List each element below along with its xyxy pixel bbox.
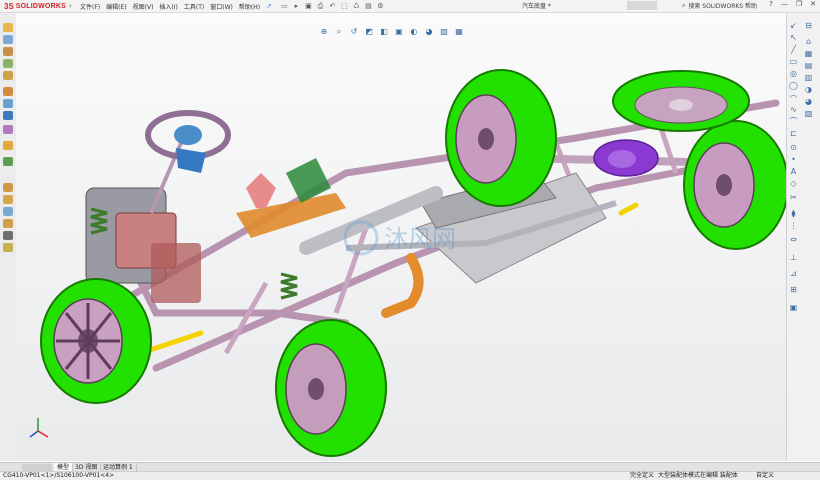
minimize-button[interactable]: —	[781, 0, 788, 8]
quick-access-toolbar: ▭ ▸ ▣ ⎙ ↶ ⬚ ♺ ▤ ⚙	[280, 2, 385, 11]
graphics-area[interactable]: ⊕ ⌕ ↺ ◩ ◧ ▣ ◐ ◕ ▨ ▦ 沐风网	[16, 13, 786, 461]
assembly-icon[interactable]	[3, 87, 13, 96]
open-icon[interactable]: ▸	[292, 2, 301, 11]
arrow-icon[interactable]: ↖	[789, 33, 798, 42]
solidworks-logo[interactable]: 3S SOLIDWORKS ›	[4, 1, 72, 11]
menu-edit[interactable]: 编辑(E)	[106, 2, 126, 11]
line-icon[interactable]: ↙	[789, 21, 798, 30]
subassembly-icon[interactable]	[3, 157, 13, 166]
print-icon[interactable]: ⎙	[316, 2, 325, 11]
menu-file[interactable]: 文件(F)	[80, 2, 100, 11]
left-toolbar	[0, 13, 17, 461]
mirror-icon[interactable]: ⧫	[789, 209, 798, 218]
property-manager-icon[interactable]	[3, 35, 13, 44]
curve-icon[interactable]: ⌒	[789, 117, 798, 126]
file-explorer-icon[interactable]: ▥	[804, 73, 813, 82]
folder-icon[interactable]	[3, 183, 13, 192]
grid-icon[interactable]: ⊞	[789, 285, 798, 294]
rear-left-wheel	[445, 69, 557, 207]
save-icon[interactable]: ▣	[304, 2, 313, 11]
design-library-icon[interactable]: ▤	[804, 61, 813, 70]
restore-button[interactable]: ❐	[796, 0, 802, 8]
view-palette-icon[interactable]: ◑	[804, 85, 813, 94]
menu-help[interactable]: 帮助(H)	[239, 2, 260, 11]
new-document-icon[interactable]: ▭	[280, 2, 289, 11]
sketch-icon[interactable]	[3, 141, 13, 150]
search-label: 搜索 SOLIDWORKS 帮助	[688, 3, 758, 10]
rebuild-icon[interactable]: ♺	[352, 2, 361, 11]
arc-icon[interactable]: ◠	[789, 93, 798, 102]
front-right-wheel	[275, 319, 387, 457]
display-manager-icon[interactable]	[3, 71, 13, 80]
component-icon[interactable]	[3, 111, 13, 120]
options-icon[interactable]: ⚙	[376, 2, 385, 11]
resources-icon[interactable]: ▦	[804, 49, 813, 58]
circle-icon[interactable]: ◯	[789, 81, 798, 90]
folder-icon[interactable]	[3, 195, 13, 204]
tab-scroll-arrows[interactable]	[22, 464, 52, 471]
text-icon[interactable]: A	[789, 167, 798, 176]
undo-icon[interactable]: ↶	[328, 2, 337, 11]
part-icon[interactable]	[3, 125, 13, 134]
chassis-model[interactable]: 沐风网	[16, 13, 786, 461]
chevron-right-icon[interactable]: ›	[69, 2, 72, 10]
command-search-box[interactable]	[627, 1, 657, 10]
offset-icon[interactable]: ⊏	[789, 129, 798, 138]
title-bar: 3S SOLIDWORKS › 文件(F) 编辑(E) 视图(V) 插入(I) …	[0, 0, 820, 13]
help-icon[interactable]: ?	[769, 0, 773, 8]
document-title: 汽车底盘 *	[522, 3, 551, 10]
menu-tools[interactable]: 工具(T)	[184, 2, 204, 11]
file-properties-icon[interactable]: ▤	[364, 2, 373, 11]
plane-icon[interactable]: ◇	[789, 179, 798, 188]
menu-bar: 文件(F) 编辑(E) 视图(V) 插入(I) 工具(T) 窗口(W) 帮助(H…	[80, 2, 260, 11]
pattern-icon[interactable]: ⋮	[789, 221, 798, 230]
point-icon[interactable]: ⊙	[789, 143, 798, 152]
home-icon[interactable]: ⌂	[804, 37, 813, 46]
slot-icon[interactable]: ◎	[789, 69, 798, 78]
view-palette-icon[interactable]: ▣	[789, 303, 798, 312]
dimxpert-icon[interactable]	[3, 59, 13, 68]
reference-icon[interactable]	[3, 207, 13, 216]
feature-tree-icon[interactable]	[3, 23, 13, 32]
configuration-icon[interactable]	[3, 47, 13, 56]
front-left-wheel	[40, 278, 152, 404]
rear-right-wheel	[683, 120, 786, 250]
select-icon[interactable]: ⬚	[340, 2, 349, 11]
spare-tire	[612, 70, 750, 132]
search-icon: ⌕	[682, 1, 686, 9]
pin-icon[interactable]: ➚	[266, 2, 272, 10]
trim-icon[interactable]: ✂	[789, 193, 798, 202]
task-pane: ↙ ⊟ ↖ ╱ ▭ ◎ ◯ ◠ ∿ ⌒ ⊏ ⊙ • A ◇ ✂ ⧫ ⋮ ⇔ ⊥ …	[786, 13, 820, 461]
folder-icon[interactable]	[3, 219, 13, 228]
tree-item-icon[interactable]	[3, 231, 13, 240]
custom-properties-icon[interactable]: ▧	[804, 109, 813, 118]
brand-name: SOLIDWORKS	[15, 2, 67, 10]
coordinate-triad	[29, 418, 49, 438]
menu-window[interactable]: 窗口(W)	[210, 2, 233, 11]
appearances-icon[interactable]: ◕	[804, 97, 813, 106]
highlighted-item-icon[interactable]	[3, 243, 13, 252]
dot-icon[interactable]: •	[789, 155, 798, 164]
close-button[interactable]: ✕	[810, 0, 816, 8]
line-icon[interactable]: ╱	[789, 45, 798, 54]
help-search[interactable]: ⌕ 搜索 SOLIDWORKS 帮助	[682, 1, 758, 11]
relation-icon[interactable]: ⊥	[789, 253, 798, 262]
rectangle-icon[interactable]: ▭	[789, 57, 798, 66]
mate-icon[interactable]	[3, 99, 13, 108]
collapse-icon[interactable]: ⊟	[804, 21, 813, 30]
pedal-bracket	[236, 158, 346, 238]
ds-logo-mark: 3S	[4, 1, 14, 11]
menu-insert[interactable]: 插入(I)	[159, 2, 177, 11]
spline-icon[interactable]: ∿	[789, 105, 798, 114]
window-controls: ? — ❐ ✕	[769, 0, 816, 8]
menu-view[interactable]: 视图(V)	[133, 2, 154, 11]
move-icon[interactable]: ⇔	[789, 235, 798, 244]
watermark-text: 沐风网	[384, 225, 456, 253]
repair-icon[interactable]: ⊿	[789, 269, 798, 278]
